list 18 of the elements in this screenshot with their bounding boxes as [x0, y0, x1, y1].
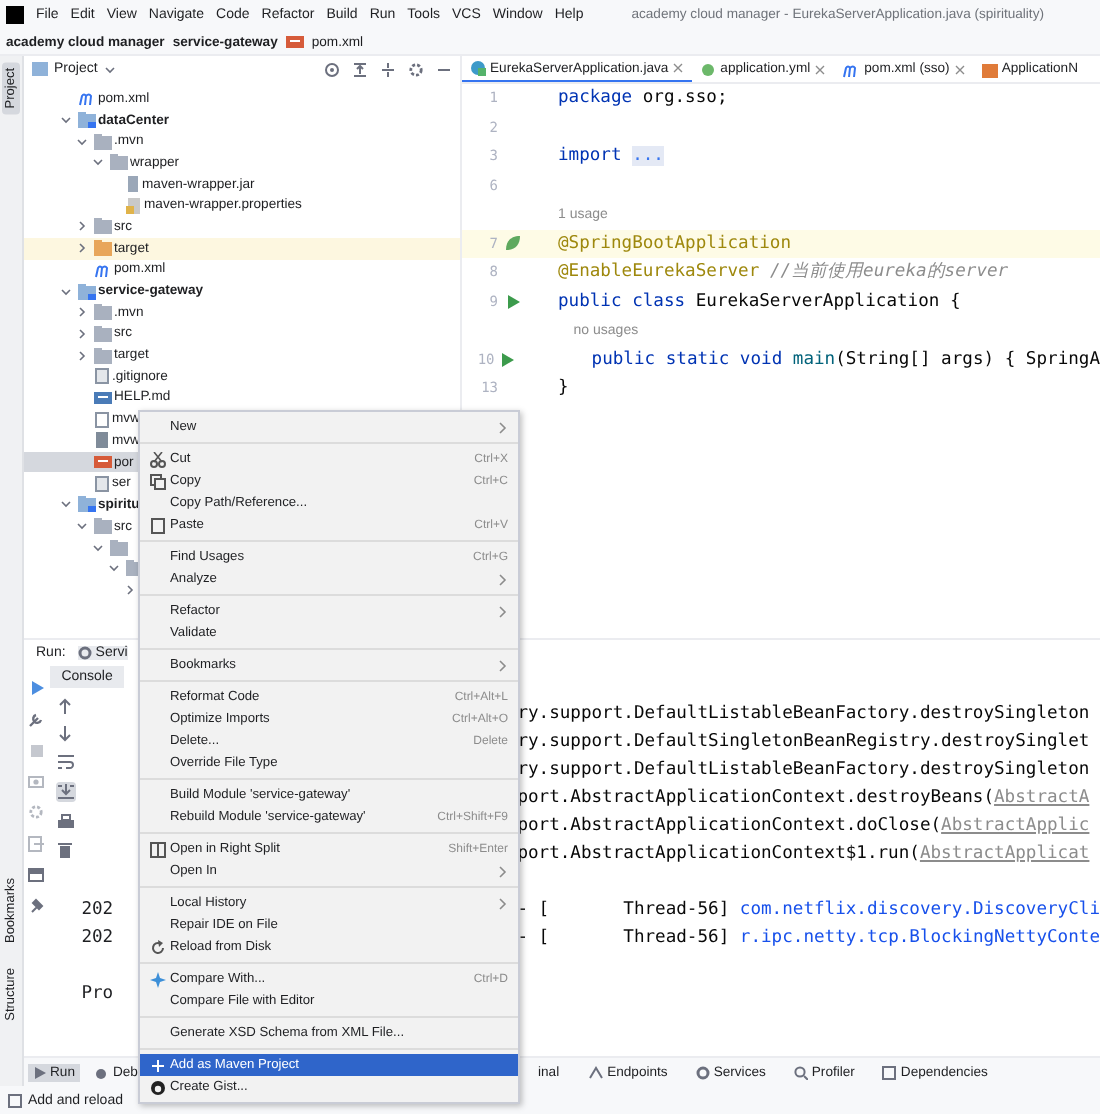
console-line: port.AbstractApplicationContext.doClose(AbstractApplic [517, 816, 1090, 836]
console-line: ry.support.DefaultListableBeanFactory.destroySingleton [517, 760, 1090, 780]
console-line: ry.support.DefaultListableBeanFactory.destroySingleton [517, 704, 1090, 724]
console-line: - [ Thread-56] r.ipc.netty.tcp.BlockingNettyConte [517, 928, 1100, 948]
code-line: package org.sso; [556, 88, 728, 109]
code-line: @SpringBootApplication [556, 233, 792, 254]
code-line: public class EurekaServerApplication { [556, 291, 961, 312]
code-line: public static void main(String[] args) { SpringA [589, 349, 1100, 370]
console-line: port.AbstractApplicationContext$1.run(AbstractApplicat [517, 844, 1090, 864]
console-text: Pro [81, 984, 114, 1004]
console-text: 202 [81, 900, 114, 920]
console-line: ry.support.DefaultSingletonBeanRegistry.destroySinglet [517, 732, 1090, 752]
code-line: } [556, 378, 569, 399]
console-line: port.AbstractApplicationContext.destroyBeans(AbstractA [517, 788, 1090, 808]
code-line: import ... [556, 146, 664, 167]
console-text: 202 [81, 928, 114, 948]
code-line: @EnableEurekaServer //当前使用eureka的server [556, 260, 1009, 285]
console-line: - [ Thread-56] com.netflix.discovery.DiscoveryCli [517, 900, 1100, 920]
